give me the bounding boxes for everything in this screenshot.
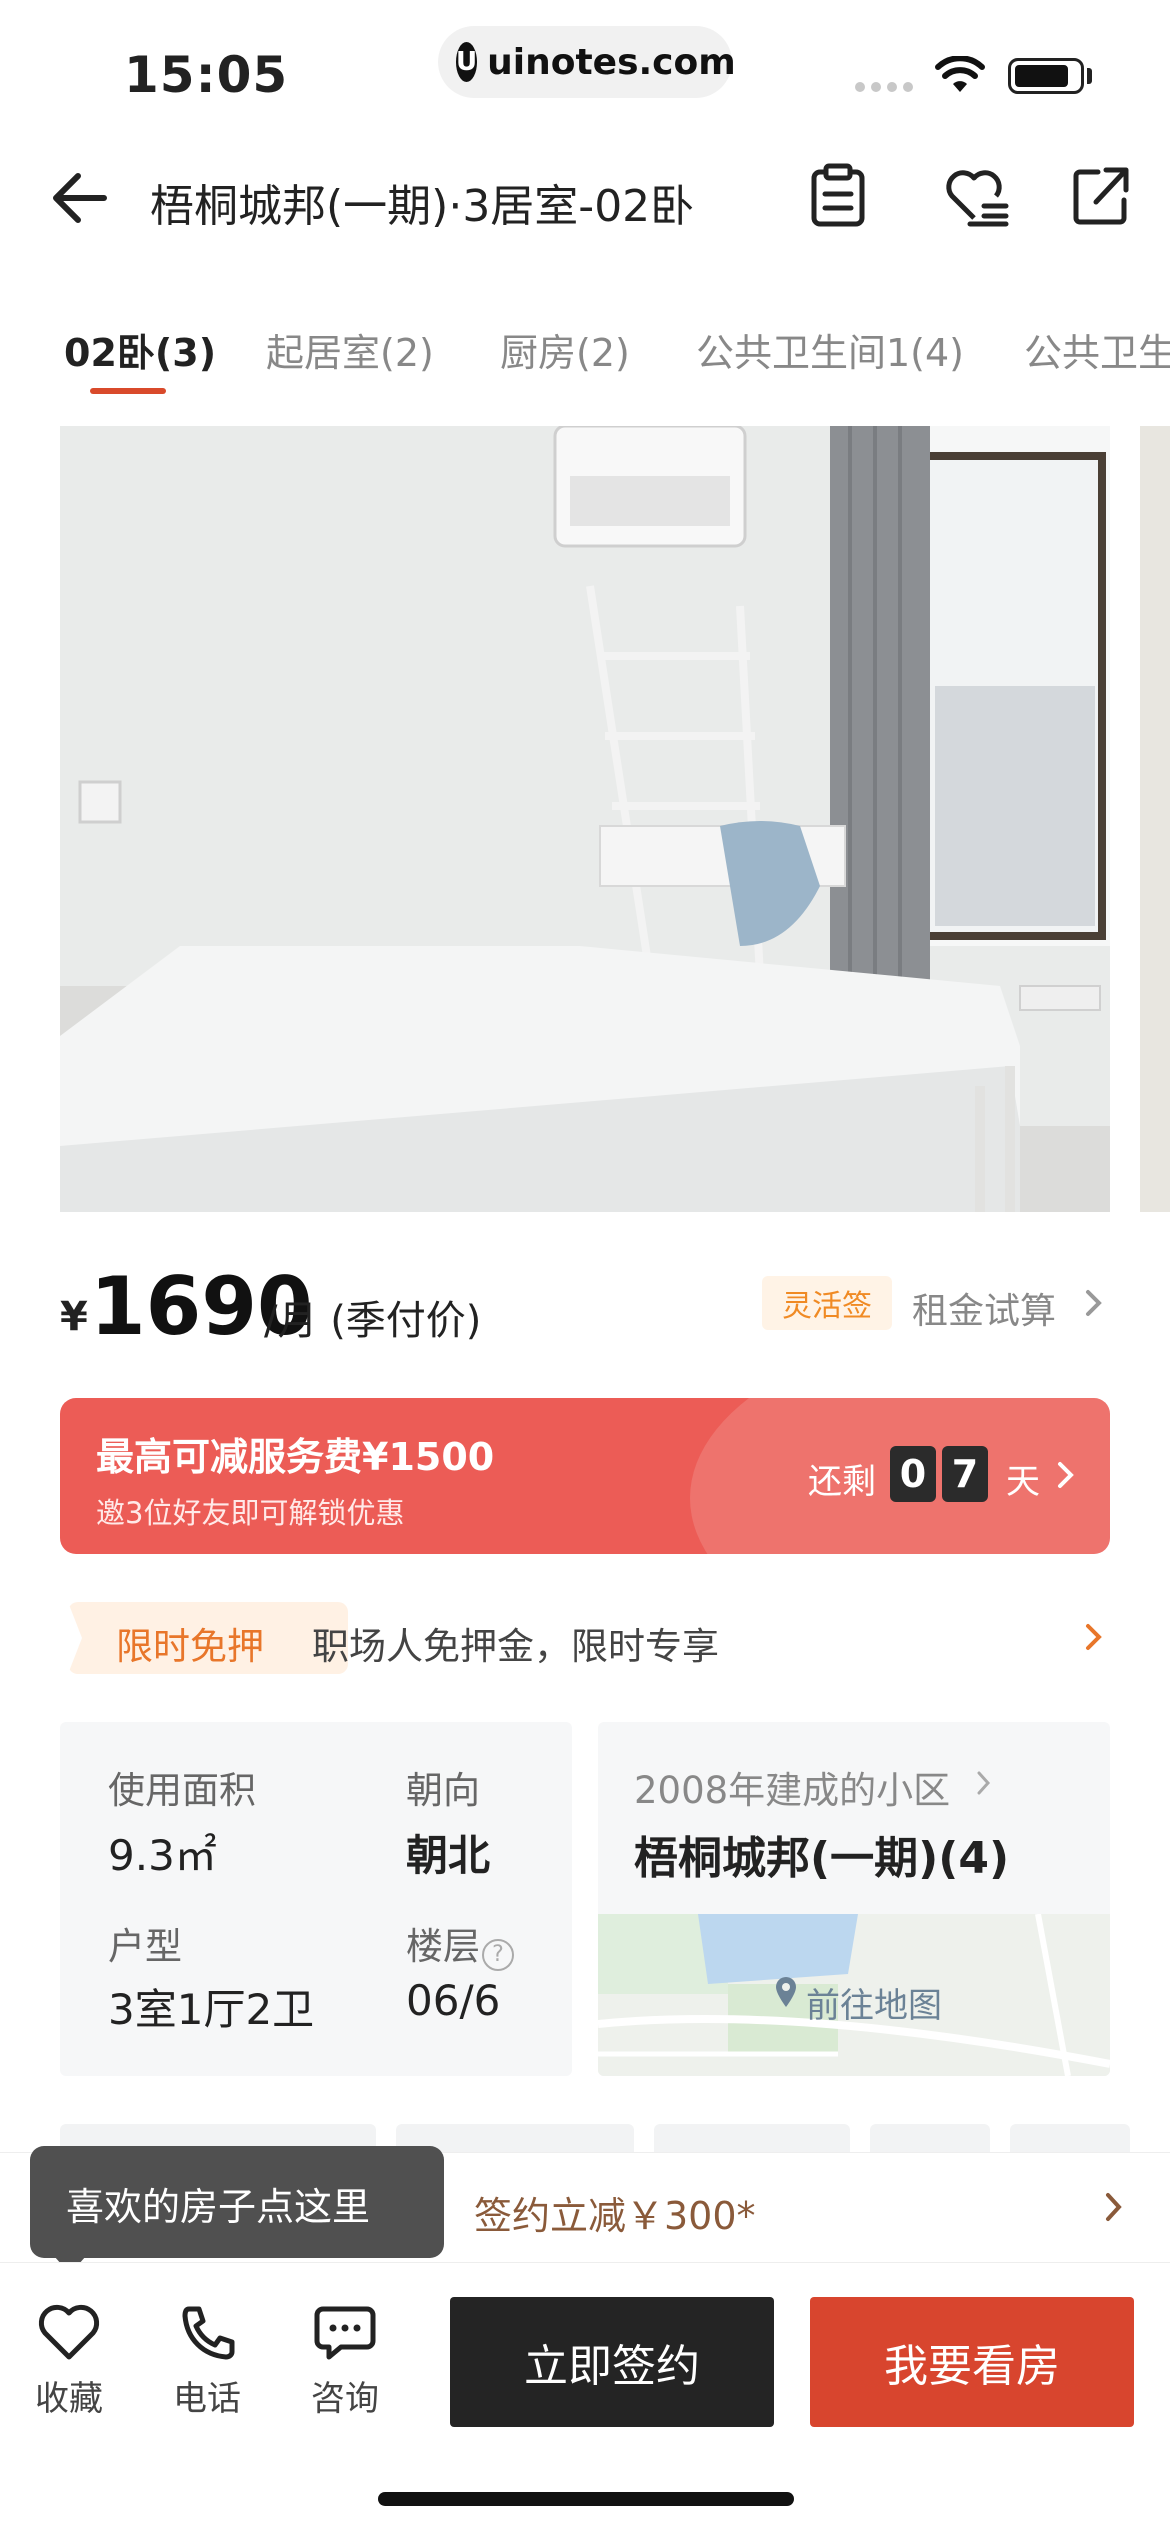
status-time: 15:05 [124,46,289,104]
room-tabs: 02卧(3) 起居室(2) 厨房(2) 公共卫生间1(4) 公共卫生 [0,310,1170,400]
back-arrow-icon[interactable] [50,170,110,226]
battery-icon [1008,58,1084,94]
sign-discount-text: 签约立减￥300* [474,2194,756,2238]
floor-label: 楼层 [406,1925,480,1968]
area-value: 9.3㎡ [108,1831,217,1880]
map-pin-icon [776,1977,796,2007]
flex-sign-tag: 灵活签 [762,1276,892,1330]
phone-action[interactable]: 电话 [152,2303,262,2420]
help-icon[interactable]: ? [482,1938,514,1971]
currency-symbol: ¥ [60,1294,88,1340]
community-name: 梧桐城邦(一期)(4) [634,1833,1010,1884]
site-logo-icon: U [456,42,478,82]
tab-kitchen[interactable]: 厨房(2) [500,322,630,377]
deposit-free-tag: 限时免押 [68,1602,348,1674]
tooltip-text: 喜欢的房子点这里 [66,2185,371,2229]
tab-02-bedroom[interactable]: 02卧(3) [64,322,216,377]
tag-notch-icon [68,1602,82,1674]
rent-calculator-link[interactable]: 租金试算 [912,1282,1056,1334]
url-pill[interactable]: U uinotes.com [438,26,736,98]
chevron-right-icon [977,1771,991,1795]
service-fee-promo-banner[interactable]: 最高可减服务费¥1500 邀3位好友即可解锁优惠 还剩 0 7 天 [60,1398,1110,1554]
next-photo-preview[interactable] [1140,426,1170,1212]
area-label: 使用面积 [108,1769,256,1812]
countdown-digit: 0 [890,1446,936,1502]
orientation-label: 朝向 [406,1769,480,1812]
chevron-right-icon [1086,1624,1102,1650]
consult-label: 咨询 [311,2379,379,2419]
deposit-free-description: 职场人免押金，限时专享 [312,1625,719,1668]
deposit-free-row[interactable]: 限时免押 职场人免押金，限时专享 [60,1600,1110,1676]
url-text: uinotes.com [487,41,736,83]
room-photo[interactable] [60,426,1110,1212]
status-bar: 15:05 U uinotes.com [0,0,1170,130]
floor-label-group: 楼层? [406,1916,514,1971]
notes-icon[interactable] [808,162,868,228]
price-row: ¥ 1690 /月 (季付价) 灵活签 租金试算 [60,1258,1110,1358]
promo-remain-label: 还剩 [808,1462,876,1502]
favorite-action[interactable]: 收藏 [14,2303,124,2420]
schedule-viewing-button[interactable]: 我要看房 [810,2297,1134,2427]
go-to-map-link[interactable]: 前往地图 [806,1978,942,2027]
phone-icon [182,2306,235,2360]
favorite-list-icon[interactable] [942,162,1012,228]
countdown-digit: 7 [942,1446,988,1502]
chevron-right-icon [1106,2193,1122,2221]
feature-tag[interactable] [654,2124,850,2154]
price-unit: /月 (季付价) [264,1298,482,1344]
community-card[interactable]: 2008年建成的小区 梧桐城邦(一期)(4) 前往地图 [598,1722,1110,2076]
community-built-year: 2008年建成的小区 [634,1769,951,1812]
cellular-signal-icon [855,82,913,92]
active-tab-indicator [90,388,166,394]
heart-icon [38,2304,100,2360]
favorite-label: 收藏 [35,2379,103,2419]
sign-now-button[interactable]: 立即签约 [450,2297,774,2427]
favorite-tooltip: 喜欢的房子点这里 [30,2146,444,2258]
share-icon[interactable] [1070,162,1132,228]
chat-icon [314,2306,376,2360]
home-indicator [378,2492,794,2506]
floor-value: 06/6 [406,1976,501,2025]
layout-value: 3室1厅2卫 [108,1985,315,2034]
room-info-card: 使用面积 9.3㎡ 朝向 朝北 户型 3室1厅2卫 楼层? 06/6 [60,1722,572,2076]
promo-day-label: 天 [1006,1462,1040,1502]
tab-bathroom-1[interactable]: 公共卫生间1(4) [696,322,964,377]
header: 梧桐城邦(一期)·3居室-02卧 [0,150,1170,250]
feature-tag[interactable] [870,2124,990,2154]
phone-label: 电话 [173,2379,241,2419]
layout-label: 户型 [108,1925,182,1968]
chevron-right-icon [1058,1462,1074,1488]
orientation-value: 朝北 [406,1831,491,1880]
promo-title: 最高可减服务费¥1500 [96,1435,495,1479]
battery-tip [1087,68,1092,84]
consult-action[interactable]: 咨询 [290,2303,400,2420]
tab-bathroom-2[interactable]: 公共卫生 [1024,322,1170,377]
promo-subtitle: 邀3位好友即可解锁优惠 [96,1496,405,1530]
wifi-icon [935,56,985,92]
page-title: 梧桐城邦(一期)·3居室-02卧 [150,181,695,232]
deposit-free-tag-text: 限时免押 [116,1625,264,1668]
room-photo-illustration [60,426,1110,1212]
feature-tag[interactable] [1010,2124,1130,2154]
tab-living-room[interactable]: 起居室(2) [266,322,434,377]
chevron-right-icon [1086,1290,1102,1316]
